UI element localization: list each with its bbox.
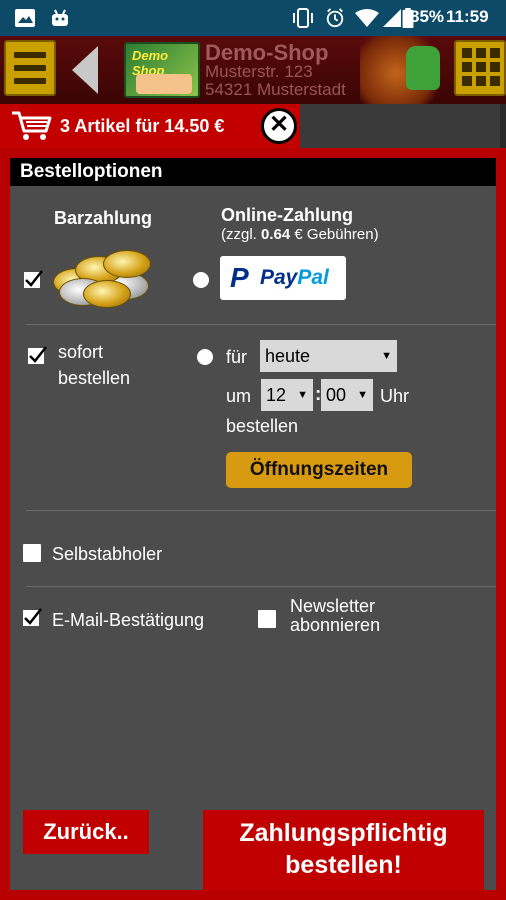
order-label: bestellen (226, 416, 299, 436)
cash-payment-label: Barzahlung (54, 208, 153, 228)
place-order-button[interactable]: Zahlungspflichtig bestellen! (203, 810, 484, 890)
paypal-logo[interactable]: P PayPal (220, 256, 346, 300)
android-icon (52, 9, 68, 26)
for-label: für (226, 347, 248, 367)
image-icon (15, 9, 35, 27)
newsletter-checkbox[interactable] (258, 610, 276, 628)
status-bar: 85% 11:59 (0, 0, 506, 36)
thumbs-up-icon (406, 46, 440, 90)
menu-icon (14, 52, 46, 58)
online-fee-note: (zzgl. 0.64 € Gebühren) (221, 226, 379, 243)
email-confirmation-checkbox[interactable] (21, 606, 43, 628)
back-arrow-icon[interactable] (72, 46, 98, 94)
menu-button[interactable] (4, 40, 56, 96)
clock-time: 11:59 (446, 7, 489, 26)
signal-icon (383, 9, 401, 27)
panel-title: Bestelloptionen (10, 158, 496, 186)
hour-select[interactable]: 12 ▼ (261, 379, 313, 411)
grid-menu-button[interactable] (454, 40, 506, 96)
newsletter-line2: abonnieren (290, 615, 381, 635)
dropdown-arrow-icon: ▼ (381, 350, 392, 362)
day-select[interactable]: heute ▼ (260, 340, 397, 372)
order-now-line2: bestellen (58, 368, 131, 388)
email-confirmation-label: E-Mail-Bestätigung (52, 610, 205, 630)
wifi-icon (355, 9, 379, 27)
battery-percent: 85% (410, 7, 445, 26)
online-payment-label: Online-Zahlung (221, 205, 353, 225)
alarm-icon (326, 8, 344, 28)
cash-payment-checkbox[interactable] (22, 268, 44, 290)
app-header: Demo Shop Demo-Shop Musterstr. 123 54321… (0, 36, 506, 104)
coins-icon (53, 250, 157, 308)
order-now-checkbox[interactable] (26, 344, 48, 366)
minute-select[interactable]: 00 ▼ (321, 379, 373, 411)
cart-summary: 3 Artikel für 14.50 € (60, 116, 225, 136)
newsletter-line1: Newsletter (290, 596, 376, 616)
close-icon: ✕ (268, 111, 290, 138)
cart-bar[interactable]: 3 Artikel für 14.50 € (0, 104, 300, 148)
shopping-cart-icon (12, 111, 52, 140)
uhr-label: Uhr (380, 386, 410, 406)
order-options-panel: Bestelloptionen Barzahlung Online-Zahlun… (0, 148, 506, 900)
close-cart-button[interactable]: ✕ (261, 108, 297, 144)
opening-hours-button[interactable]: Öffnungszeiten (226, 452, 412, 488)
shop-logo: Demo Shop (124, 42, 200, 98)
pickup-label: Selbstabholer (52, 544, 163, 564)
cart-bar-background (300, 104, 506, 148)
vibrate-icon (293, 8, 313, 28)
order-now-line1: sofort (58, 342, 104, 362)
pickup-checkbox[interactable] (23, 544, 41, 562)
at-label: um (226, 386, 252, 406)
online-payment-radio[interactable] (193, 272, 209, 288)
dropdown-arrow-icon: ▼ (297, 389, 308, 401)
scheduled-order-radio[interactable] (197, 349, 213, 365)
shop-street: Musterstr. 123 (205, 62, 313, 81)
dropdown-arrow-icon: ▼ (357, 389, 368, 401)
back-button[interactable]: Zurück.. (23, 810, 149, 854)
shop-city: 54321 Musterstadt (205, 80, 346, 99)
